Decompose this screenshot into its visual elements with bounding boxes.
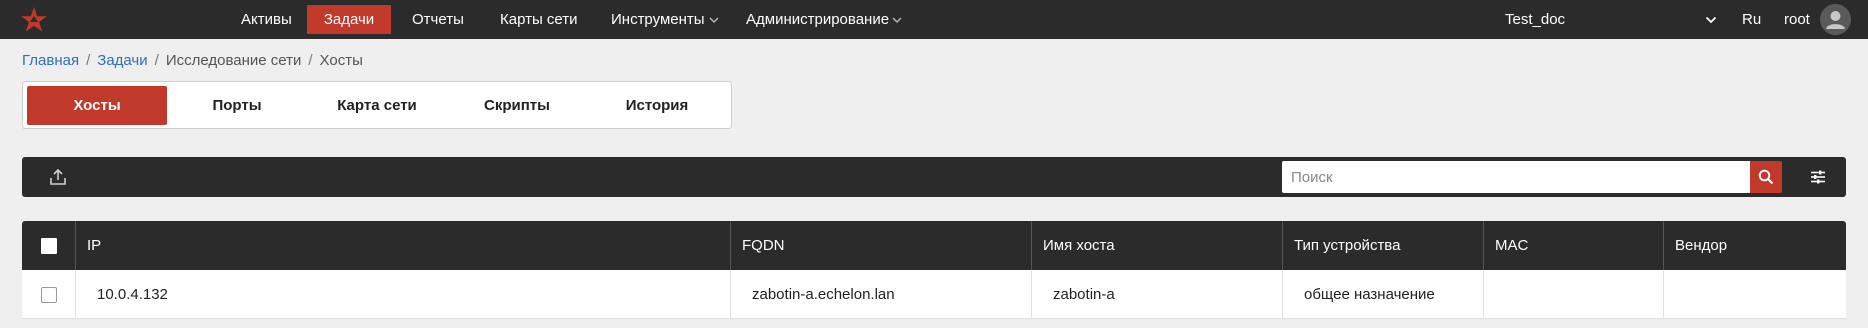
cell-device-type: общее назначение [1282, 270, 1483, 319]
breadcrumb-separator: / [86, 52, 91, 69]
table-toolbar [22, 157, 1846, 197]
user-name[interactable]: root [1784, 0, 1810, 39]
column-header-device-type[interactable]: Тип устройства [1282, 221, 1483, 270]
nav-item-tools[interactable]: Инструменты [611, 0, 705, 39]
table-row[interactable]: 10.0.4.132 zabotin-a.echelon.lan zabotin… [22, 270, 1846, 319]
tab-history[interactable]: История [587, 86, 727, 125]
breadcrumb: Главная / Задачи / Исследование сети / Хосты [22, 52, 363, 69]
nav-item-reports[interactable]: Отчеты [412, 0, 464, 39]
nav-item-assets[interactable]: Активы [241, 0, 292, 39]
project-select[interactable]: Test_doc [1505, 0, 1565, 39]
hosts-table: IP FQDN Имя хоста Тип устройства MAC Вен… [22, 221, 1846, 319]
filter-sliders-icon[interactable] [1808, 167, 1828, 187]
row-select-cell [22, 270, 75, 319]
table-header: IP FQDN Имя хоста Тип устройства MAC Вен… [22, 221, 1846, 270]
project-chevron-down-icon[interactable] [1705, 14, 1717, 26]
column-header-ip[interactable]: IP [75, 221, 730, 270]
tab-network-map[interactable]: Карта сети [307, 86, 447, 125]
header-select-cell [22, 221, 75, 270]
logo-star-icon[interactable] [20, 6, 48, 34]
cell-mac [1483, 270, 1663, 319]
nav-item-tasks[interactable]: Задачи [307, 5, 391, 34]
breadcrumb-network-scan: Исследование сети [165, 52, 302, 69]
tab-hosts[interactable]: Хосты [27, 86, 167, 125]
row-checkbox[interactable] [41, 287, 57, 303]
cell-hostname: zabotin-a [1031, 270, 1282, 319]
breadcrumb-current-hosts: Хосты [319, 52, 363, 69]
cell-ip: 10.0.4.132 [75, 270, 730, 319]
breadcrumb-home-link[interactable]: Главная [22, 52, 79, 69]
cell-fqdn: zabotin-a.echelon.lan [730, 270, 1031, 319]
search-button[interactable] [1750, 161, 1782, 193]
export-upload-icon[interactable] [48, 167, 68, 187]
tab-ports[interactable]: Порты [167, 86, 307, 125]
breadcrumb-separator: / [154, 52, 159, 69]
nav-item-network-maps[interactable]: Карты сети [500, 0, 578, 39]
top-navigation-bar: Активы Задачи Отчеты Карты сети Инструме… [0, 0, 1868, 39]
tabs-bar: Хосты Порты Карта сети Скрипты История [22, 81, 732, 129]
tab-scripts[interactable]: Скрипты [447, 86, 587, 125]
search-icon [1758, 169, 1774, 185]
column-header-hostname[interactable]: Имя хоста [1031, 221, 1282, 270]
cell-vendor [1663, 270, 1846, 319]
select-all-checkbox[interactable] [41, 238, 57, 254]
administration-chevron-down-icon [892, 17, 902, 23]
breadcrumb-tasks-link[interactable]: Задачи [97, 52, 147, 69]
nav-item-administration[interactable]: Администрирование [746, 0, 889, 39]
column-header-vendor[interactable]: Вендор [1663, 221, 1846, 270]
column-header-fqdn[interactable]: FQDN [730, 221, 1031, 270]
user-avatar-icon[interactable] [1820, 4, 1851, 35]
search-input[interactable] [1282, 161, 1772, 193]
tools-chevron-down-icon [709, 17, 719, 23]
column-header-mac[interactable]: MAC [1483, 221, 1663, 270]
breadcrumb-separator: / [308, 52, 313, 69]
language-switch[interactable]: Ru [1742, 0, 1761, 39]
